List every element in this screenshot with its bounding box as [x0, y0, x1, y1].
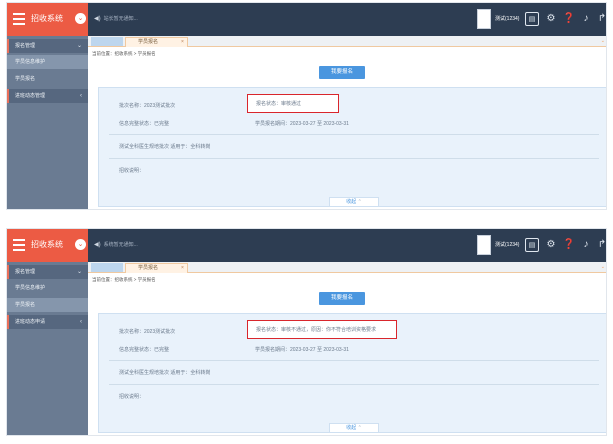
register-button[interactable]: 我要报名 [319, 292, 365, 305]
chevron-right-icon: ‹ [80, 319, 82, 325]
divider [109, 360, 599, 361]
breadcrumb: 当前位置：招收系统 > 学员报名 [92, 51, 156, 56]
close-icon[interactable]: × [181, 38, 184, 47]
sidebar-group-class-dynamics[interactable]: 进班动态管理 ‹ [7, 89, 88, 103]
system-switcher[interactable]: 招收系统 ⌄ [7, 3, 88, 36]
enrollment-notes: 招收说明： [119, 394, 145, 400]
top-bar: 招收系统 ⌄ ◀) 站长暂无通知... 测试(1234) ▤ ⚙ ❓ ♪ ↱ [7, 3, 606, 36]
sidebar-group-label: 报名管理 [15, 43, 36, 49]
help-icon[interactable]: ❓ [562, 12, 576, 26]
chevron-down-icon: ⌄ [76, 43, 82, 49]
user-name[interactable]: 测试(1234) [495, 240, 519, 250]
system-name: 招收系统 [31, 14, 63, 23]
sidebar-item-student-info[interactable]: 学员信息维护 [7, 55, 88, 69]
collapse-button[interactable]: 收起 ⌃ [329, 423, 379, 432]
screen-approved: 招收系统 ⌄ ◀) 站长暂无通知... 测试(1234) ▤ ⚙ ❓ ♪ ↱ 报名… [6, 2, 607, 210]
screen-rejected: 招收系统 ⌄ ◀) 系统暂无通知... 测试(1234) ▤ ⚙ ❓ ♪ ↱ 报名… [6, 228, 607, 436]
notice-bar: ◀) 系统暂无通知... [94, 240, 138, 250]
sidebar-group-label: 报名管理 [15, 269, 36, 275]
sidebar-item-student-registration[interactable]: 学员报名 [7, 72, 88, 86]
sidebar-item-student-info[interactable]: 学员信息维护 [7, 281, 88, 295]
info-completeness: 信息完整状态：已完整 [119, 121, 170, 127]
tab-home[interactable] [91, 263, 123, 272]
divider [109, 134, 599, 135]
info-completeness: 信息完整状态：已完整 [119, 347, 170, 353]
sidebar-item-label: 学员报名 [15, 76, 36, 82]
system-name: 招收系统 [31, 240, 63, 249]
speaker-icon: ◀) [94, 242, 101, 248]
collapse-button[interactable]: 收起 ⌃ [329, 197, 379, 206]
system-switcher[interactable]: 招收系统 ⌄ [7, 229, 88, 262]
sidebar: 报名管理 ⌄ 学员信息维护 学员报名 进班动态管理 ‹ [7, 36, 88, 209]
chevron-up-icon: ⌃ [357, 199, 362, 205]
chevron-down-icon[interactable]: ⌄ [75, 239, 86, 250]
notice-bar: ◀) 站长暂无通知... [94, 14, 138, 24]
avatar[interactable] [477, 9, 491, 29]
registration-status: 报名状态：审核不通过，原因：你不符合培训资格要求 [256, 327, 377, 333]
main-content: 学员报名 × ⌄ 当前位置：招收系统 > 学员报名 我要报名 批次名称：2023测… [88, 36, 606, 209]
chevron-up-icon: ⌃ [357, 425, 362, 431]
hamburger-icon[interactable] [13, 13, 25, 25]
sidebar-group-class-dynamics[interactable]: 进班动态申请 ‹ [7, 315, 88, 329]
chevron-down-icon: ⌄ [76, 269, 82, 275]
tab-label: 学员报名 [138, 39, 159, 45]
help-icon[interactable]: ❓ [562, 238, 576, 252]
status-highlight: 报名状态：审核不通过，原因：你不符合培训资格要求 [247, 320, 397, 339]
tab-student-registration[interactable]: 学员报名 × [125, 263, 188, 273]
tab-strip: 学员报名 × ⌄ [88, 36, 606, 47]
hamburger-icon[interactable] [13, 239, 25, 251]
tab-strip: 学员报名 × ⌄ [88, 262, 606, 273]
notice-text: 站长暂无通知... [103, 16, 138, 22]
chevron-down-icon[interactable]: ⌄ [601, 38, 605, 44]
divider [109, 384, 599, 385]
gear-icon[interactable]: ⚙ [544, 12, 558, 26]
enrollment-notes: 招收说明： [119, 168, 145, 174]
sidebar-group-label: 进班动态管理 [15, 93, 46, 99]
batch-name: 批次名称：2023测试批次 [119, 103, 176, 109]
sidebar-item-student-registration[interactable]: 学员报名 [7, 298, 88, 312]
register-button[interactable]: 我要报名 [319, 66, 365, 79]
registration-period: 学员报名期间：2023-03-27 至 2023-03-31 [255, 347, 349, 353]
main-content: 学员报名 × ⌄ 当前位置：招收系统 > 学员报名 我要报名 批次名称：2023测… [88, 262, 606, 435]
speaker-icon: ◀) [94, 16, 101, 22]
breadcrumb: 当前位置：招收系统 > 学员报名 [92, 277, 156, 282]
top-bar: 招收系统 ⌄ ◀) 系统暂无通知... 测试(1234) ▤ ⚙ ❓ ♪ ↱ [7, 229, 606, 262]
tab-label: 学员报名 [138, 265, 159, 271]
divider [109, 158, 599, 159]
batch-description: 测试全科医生规培批次 适用于：全科转岗 [119, 144, 211, 150]
batch-info-card: 批次名称：2023测试批次 报名状态：审核不通过，原因：你不符合培训资格要求 信… [98, 313, 606, 433]
sidebar-item-label: 学员信息维护 [15, 285, 46, 291]
batch-description: 测试全科医生规培批次 适用于：全科转岗 [119, 370, 211, 376]
sidebar-item-label: 学员报名 [15, 302, 36, 308]
display-icon[interactable]: ▤ [525, 12, 539, 26]
sidebar: 报名管理 ⌄ 学员信息维护 学员报名 进班动态申请 ‹ [7, 262, 88, 435]
display-icon[interactable]: ▤ [525, 238, 539, 252]
avatar[interactable] [477, 235, 491, 255]
tab-home[interactable] [91, 37, 123, 46]
registration-period: 学员报名期间：2023-03-27 至 2023-03-31 [255, 121, 349, 127]
share-icon[interactable]: ↱ [595, 12, 606, 26]
chevron-down-icon[interactable]: ⌄ [601, 264, 605, 270]
bell-icon[interactable]: ♪ [579, 238, 593, 252]
chevron-right-icon: ‹ [80, 93, 82, 99]
sidebar-item-label: 学员信息维护 [15, 59, 46, 65]
sidebar-group-registration[interactable]: 报名管理 ⌄ [7, 39, 88, 53]
batch-name: 批次名称：2023测试批次 [119, 329, 176, 335]
notice-text: 系统暂无通知... [103, 242, 138, 248]
chevron-down-icon[interactable]: ⌄ [75, 13, 86, 24]
user-name[interactable]: 测试(1234) [495, 14, 519, 24]
sidebar-group-registration[interactable]: 报名管理 ⌄ [7, 265, 88, 279]
registration-status: 报名状态：审核通过 [256, 101, 302, 107]
collapse-label: 收起 [346, 199, 357, 205]
bell-icon[interactable]: ♪ [579, 12, 593, 26]
close-icon[interactable]: × [181, 264, 184, 273]
gear-icon[interactable]: ⚙ [544, 238, 558, 252]
collapse-label: 收起 [346, 425, 357, 431]
batch-info-card: 批次名称：2023测试批次 报名状态：审核通过 信息完整状态：已完整 学员报名期… [98, 87, 606, 207]
share-icon[interactable]: ↱ [595, 238, 606, 252]
status-highlight: 报名状态：审核通过 [247, 94, 339, 113]
tab-student-registration[interactable]: 学员报名 × [125, 37, 188, 47]
sidebar-group-label: 进班动态申请 [15, 319, 46, 325]
